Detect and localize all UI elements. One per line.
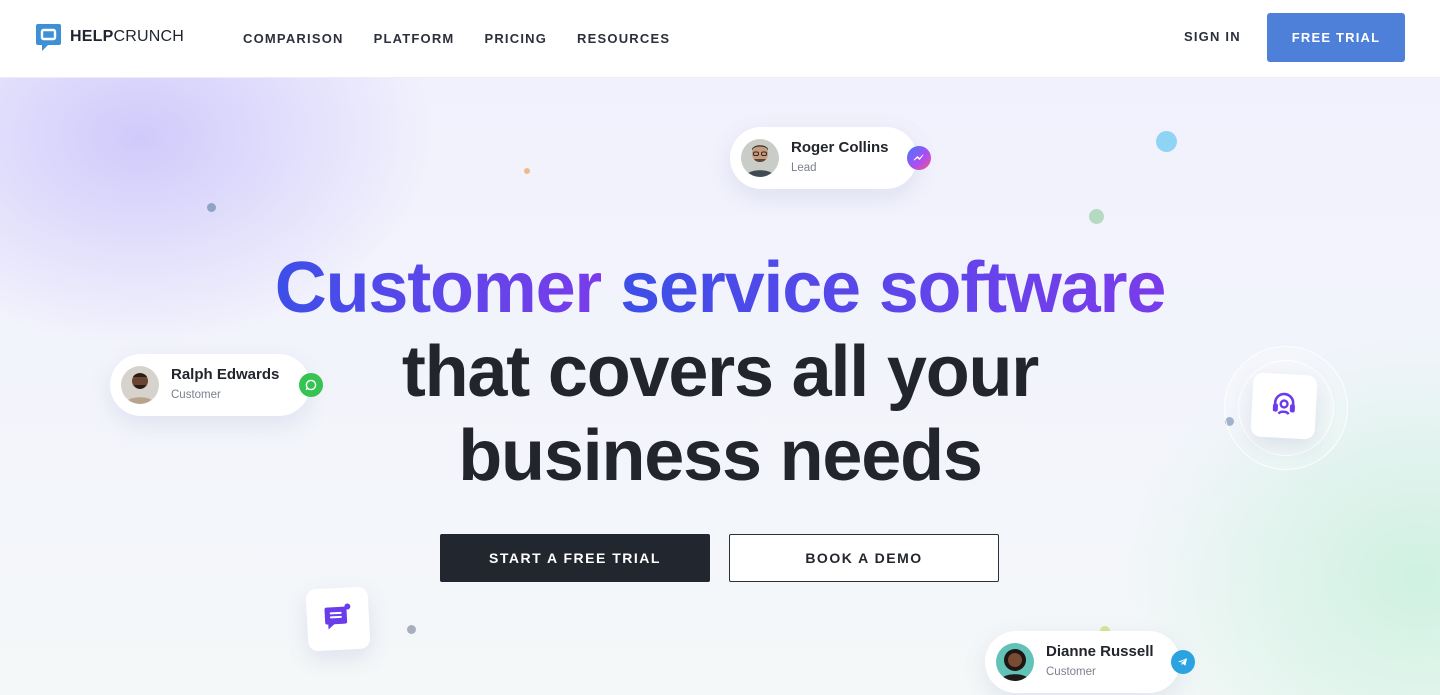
decor-dot bbox=[524, 168, 530, 174]
contact-role: Lead bbox=[791, 162, 817, 174]
contact-info: Dianne Russell Customer bbox=[1046, 643, 1154, 681]
contact-card-ralph-edwards: Ralph Edwards Customer bbox=[110, 354, 323, 416]
nav-item-comparison[interactable]: COMPARISON bbox=[243, 31, 344, 46]
hero-section: Customer service software that covers al… bbox=[0, 78, 1440, 695]
nav-item-resources[interactable]: RESOURCES bbox=[577, 31, 670, 46]
whatsapp-icon bbox=[299, 373, 323, 397]
contact-info: Ralph Edwards Customer bbox=[171, 366, 279, 404]
telegram-icon bbox=[1171, 650, 1195, 674]
avatar bbox=[121, 366, 159, 404]
decor-dot bbox=[1089, 209, 1104, 224]
contact-info: Roger Collins Lead bbox=[791, 139, 889, 177]
book-demo-button[interactable]: BOOK A DEMO bbox=[729, 534, 999, 582]
contact-card-roger-collins: Roger Collins Lead bbox=[730, 127, 931, 189]
contact-name: Dianne Russell bbox=[1046, 643, 1154, 660]
decor-dot bbox=[407, 625, 416, 634]
site-header: HELPCRUNCH COMPARISON PLATFORM PRICING R… bbox=[0, 0, 1440, 78]
headline-line-3: business needs bbox=[458, 416, 983, 496]
chat-message-icon bbox=[322, 601, 354, 638]
main-nav: COMPARISON PLATFORM PRICING RESOURCES bbox=[243, 0, 670, 76]
nav-item-platform[interactable]: PLATFORM bbox=[374, 31, 455, 46]
contact-name: Roger Collins bbox=[791, 139, 889, 156]
avatar bbox=[741, 139, 779, 177]
avatar bbox=[996, 643, 1034, 681]
contact-role: Customer bbox=[171, 389, 221, 401]
chat-notes-tile bbox=[305, 586, 371, 652]
start-free-trial-button[interactable]: START A FREE TRIAL bbox=[440, 534, 710, 582]
free-trial-button[interactable]: FREE TRIAL bbox=[1267, 13, 1405, 62]
headline-highlight-customer: Customer bbox=[274, 248, 603, 328]
nav-item-pricing[interactable]: PRICING bbox=[484, 31, 547, 46]
headset-agent-icon bbox=[1268, 388, 1300, 425]
contact-role: Customer bbox=[1046, 666, 1096, 678]
messenger-icon bbox=[907, 146, 931, 170]
support-agent-tile bbox=[1250, 372, 1318, 440]
contact-name: Ralph Edwards bbox=[171, 366, 280, 383]
helpcrunch-logo[interactable]: HELPCRUNCH bbox=[35, 22, 184, 52]
headline-highlight-service-software: service software bbox=[620, 248, 1166, 328]
decor-dot bbox=[207, 203, 216, 212]
sign-in-link[interactable]: SIGN IN bbox=[1184, 29, 1241, 44]
logo-wordmark: HELPCRUNCH bbox=[70, 28, 185, 45]
contact-card-dianne-russell: Dianne Russell Customer bbox=[985, 631, 1195, 693]
decor-dot bbox=[1156, 131, 1177, 152]
chat-bubble-logo-icon bbox=[35, 23, 62, 52]
headline-line-1: Customer service software bbox=[0, 246, 1440, 330]
